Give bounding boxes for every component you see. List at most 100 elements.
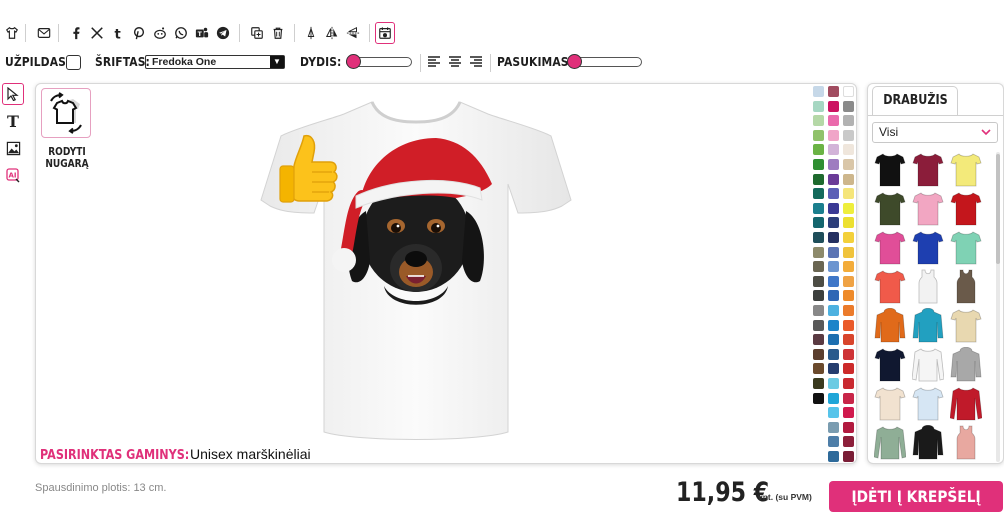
color-swatch[interactable] bbox=[813, 144, 824, 156]
garment-pink-tshirt[interactable] bbox=[912, 191, 944, 227]
color-swatch[interactable] bbox=[843, 246, 854, 258]
color-swatch[interactable] bbox=[813, 246, 824, 258]
whatsapp-icon[interactable] bbox=[171, 22, 191, 44]
color-swatch[interactable] bbox=[828, 348, 839, 360]
color-swatch[interactable] bbox=[828, 246, 839, 258]
color-swatch[interactable] bbox=[828, 451, 839, 462]
color-swatch[interactable] bbox=[828, 334, 839, 346]
garment-teal-hoodie[interactable] bbox=[912, 308, 944, 344]
color-swatch[interactable] bbox=[813, 334, 824, 346]
garment-orange-hoodie[interactable] bbox=[874, 308, 906, 344]
color-swatch[interactable] bbox=[828, 378, 839, 389]
thumbs-up-emoji[interactable] bbox=[276, 132, 340, 208]
color-swatch[interactable] bbox=[813, 305, 824, 316]
color-swatch[interactable] bbox=[828, 159, 839, 170]
color-swatch[interactable] bbox=[828, 232, 839, 243]
tab-garment[interactable]: DRABUŽIS bbox=[872, 86, 958, 115]
color-swatch[interactable] bbox=[828, 100, 839, 112]
color-swatch[interactable] bbox=[843, 144, 854, 156]
trash-icon[interactable] bbox=[268, 22, 288, 44]
garment-lightblue-tshirt[interactable] bbox=[912, 386, 944, 422]
color-swatch[interactable] bbox=[843, 261, 854, 273]
color-swatch[interactable] bbox=[813, 319, 824, 331]
align-left-icon[interactable] bbox=[427, 55, 441, 69]
color-swatch[interactable] bbox=[828, 421, 839, 433]
color-swatch[interactable] bbox=[813, 159, 824, 170]
garment-burgundy-tshirt[interactable] bbox=[912, 152, 944, 188]
flip-vertical-icon[interactable] bbox=[343, 22, 363, 44]
color-swatch[interactable] bbox=[813, 86, 824, 97]
color-swatch[interactable] bbox=[813, 363, 824, 375]
tumblr-icon[interactable]: t bbox=[108, 22, 128, 44]
color-swatch[interactable] bbox=[813, 173, 824, 185]
color-swatch[interactable] bbox=[843, 232, 854, 243]
duplicate-icon[interactable] bbox=[247, 22, 267, 44]
flip-horizontal-icon[interactable] bbox=[322, 22, 342, 44]
color-swatch[interactable] bbox=[843, 173, 854, 185]
fill-checkbox[interactable] bbox=[66, 55, 81, 70]
color-swatch[interactable] bbox=[828, 275, 839, 287]
color-swatch[interactable] bbox=[843, 421, 854, 433]
color-swatch[interactable] bbox=[813, 275, 824, 287]
color-swatch[interactable] bbox=[843, 129, 854, 141]
garment-blue-tshirt[interactable] bbox=[912, 230, 944, 266]
color-swatch[interactable] bbox=[813, 202, 824, 214]
show-back-button[interactable] bbox=[41, 88, 91, 138]
garment-mint-tshirt[interactable] bbox=[950, 230, 982, 266]
tshirt-icon[interactable] bbox=[2, 22, 22, 44]
color-swatch[interactable] bbox=[813, 290, 824, 302]
color-swatch[interactable] bbox=[828, 202, 839, 214]
color-swatch[interactable] bbox=[828, 392, 839, 404]
color-swatch[interactable] bbox=[813, 217, 824, 229]
garment-red-tshirt[interactable] bbox=[950, 191, 982, 227]
telegram-icon[interactable] bbox=[213, 22, 233, 44]
image-tool-icon[interactable] bbox=[2, 137, 24, 159]
color-swatch[interactable] bbox=[828, 115, 839, 127]
color-swatch[interactable] bbox=[813, 261, 824, 273]
color-swatch[interactable] bbox=[843, 115, 854, 127]
garment-white-tanktop[interactable] bbox=[912, 269, 944, 305]
color-swatch[interactable] bbox=[813, 100, 824, 112]
align-center-icon[interactable] bbox=[448, 55, 462, 69]
color-swatch[interactable] bbox=[813, 129, 824, 141]
garment-yellow-tshirt[interactable] bbox=[950, 152, 982, 188]
color-swatch[interactable] bbox=[843, 305, 854, 316]
color-swatch[interactable] bbox=[843, 100, 854, 112]
garment-brown-tanktop[interactable] bbox=[950, 269, 982, 305]
reddit-icon[interactable] bbox=[150, 22, 170, 44]
size-slider[interactable] bbox=[346, 54, 412, 69]
color-swatch[interactable] bbox=[843, 334, 854, 346]
color-swatch[interactable] bbox=[828, 261, 839, 273]
color-swatch[interactable] bbox=[813, 378, 824, 389]
rotation-slider-thumb[interactable] bbox=[567, 54, 582, 69]
garment-black-orange-hoodie[interactable] bbox=[912, 425, 944, 461]
pinterest-icon[interactable] bbox=[129, 22, 149, 44]
color-swatch[interactable] bbox=[843, 202, 854, 214]
select-tool-icon[interactable] bbox=[2, 83, 24, 105]
garment-red-jacket[interactable] bbox=[950, 386, 982, 422]
garment-rose-tanktop[interactable] bbox=[950, 425, 982, 461]
color-swatch[interactable] bbox=[828, 129, 839, 141]
garment-raglan-longsleeve[interactable] bbox=[912, 347, 944, 383]
add-to-cart-button[interactable]: ĮDĖTI Į KREPŠELĮ bbox=[829, 481, 1003, 512]
color-swatch[interactable] bbox=[843, 188, 854, 200]
design-library-icon[interactable] bbox=[375, 22, 395, 44]
color-swatch[interactable] bbox=[828, 144, 839, 156]
color-swatch[interactable] bbox=[843, 86, 854, 97]
color-swatch[interactable] bbox=[828, 363, 839, 375]
color-swatch[interactable] bbox=[843, 159, 854, 170]
color-swatch[interactable] bbox=[843, 348, 854, 360]
garment-olive-tshirt[interactable] bbox=[874, 191, 906, 227]
rotation-slider[interactable] bbox=[567, 54, 642, 69]
garment-black-tshirt[interactable] bbox=[874, 152, 906, 188]
color-swatch[interactable] bbox=[828, 173, 839, 185]
x-twitter-icon[interactable] bbox=[87, 22, 107, 44]
color-swatch[interactable] bbox=[843, 363, 854, 375]
font-select[interactable]: Fredoka One ▼ bbox=[145, 55, 285, 69]
email-icon[interactable] bbox=[34, 22, 54, 44]
color-swatch[interactable] bbox=[828, 319, 839, 331]
color-swatch[interactable] bbox=[843, 451, 854, 462]
color-swatch[interactable] bbox=[828, 86, 839, 97]
teams-icon[interactable]: T bbox=[192, 22, 212, 44]
ai-tool-icon[interactable]: AI bbox=[2, 164, 24, 186]
